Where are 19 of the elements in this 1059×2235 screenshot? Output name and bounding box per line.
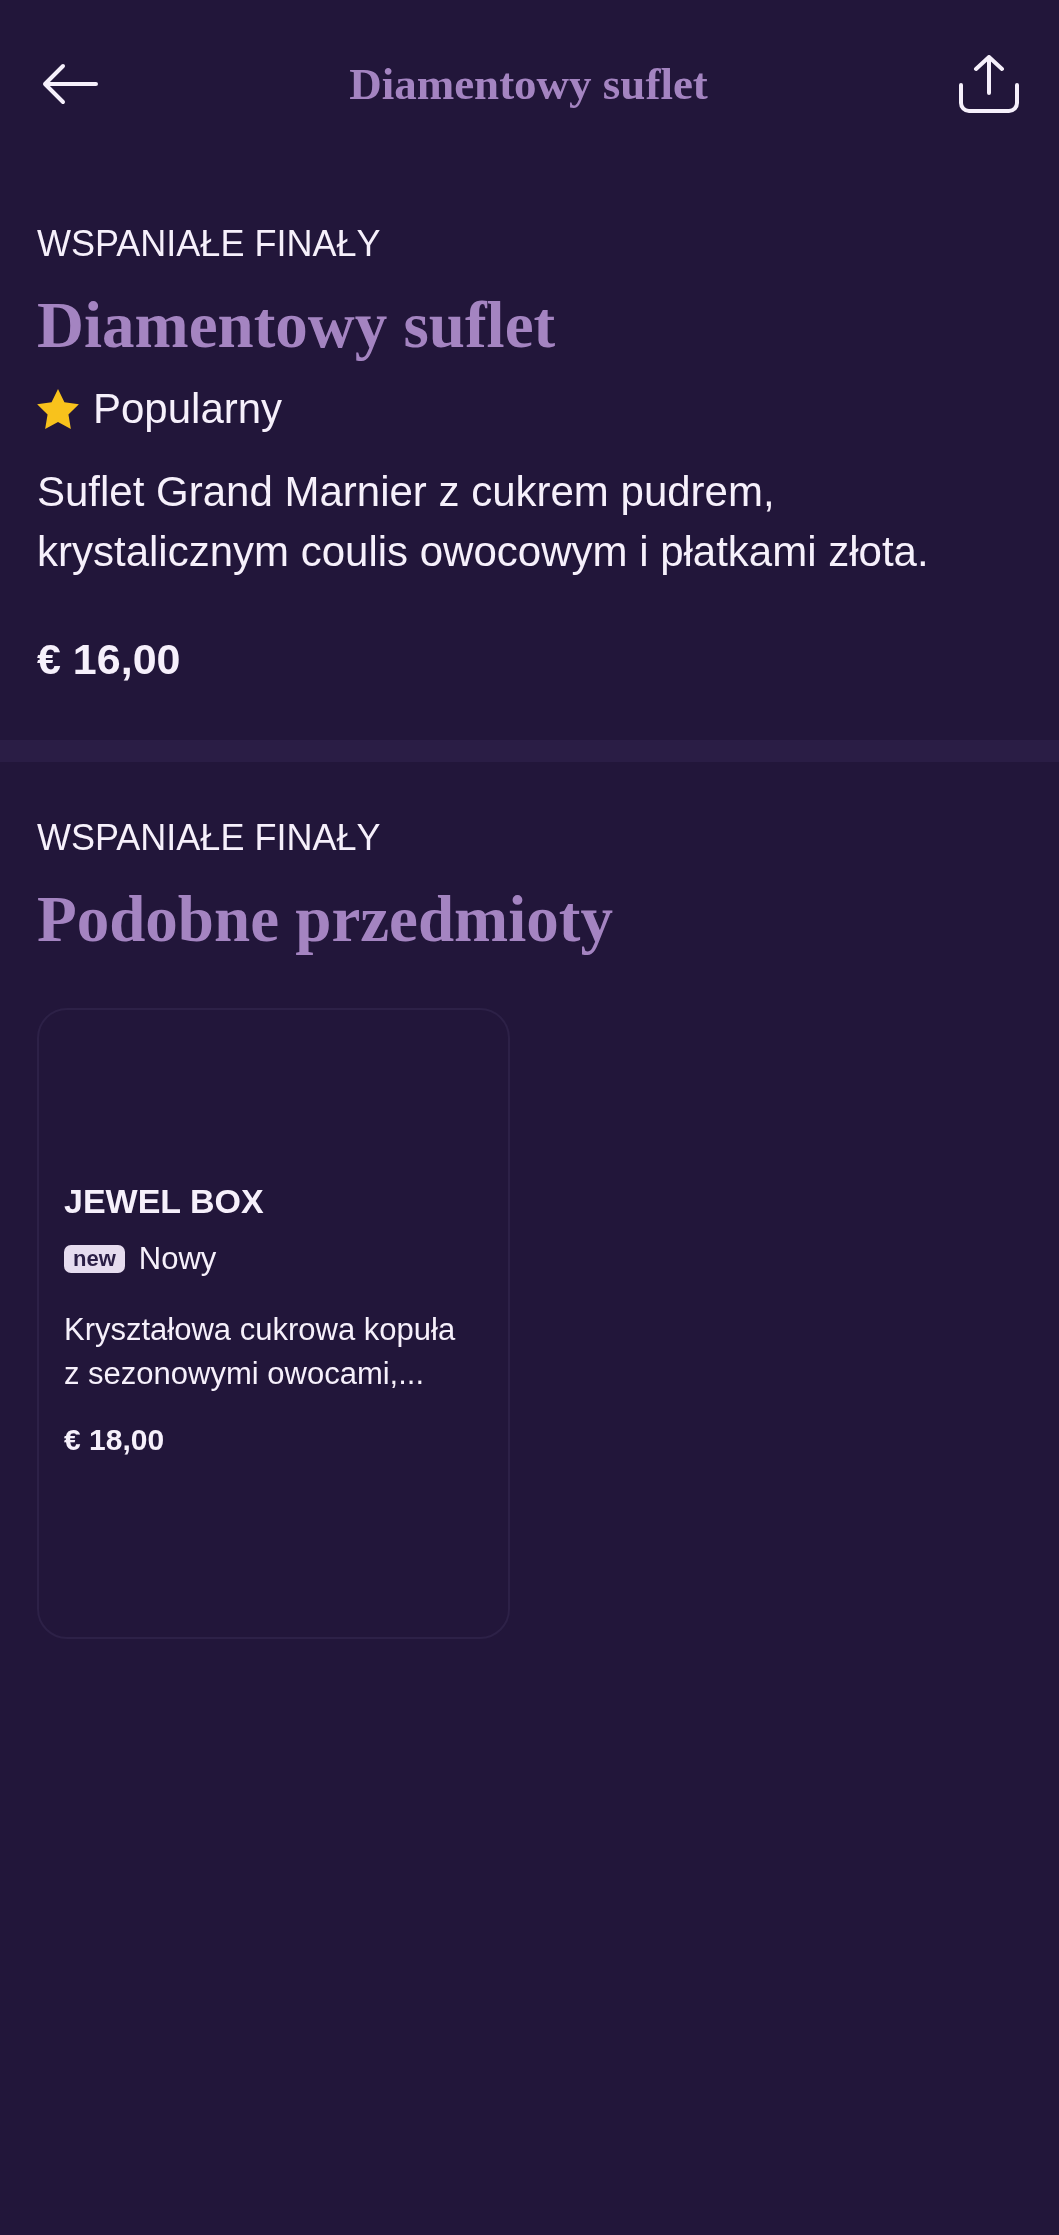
dish-title: Diamentowy suflet xyxy=(37,288,556,363)
section-title: Podobne przedmioty xyxy=(37,882,613,957)
product-price: € 18,00 xyxy=(64,1422,165,1458)
header-title: Diamentowy suflet xyxy=(349,58,708,111)
badge-label: Popularny xyxy=(93,386,283,432)
back-button[interactable] xyxy=(42,63,98,105)
category-label: WSPANIAŁE FINAŁY xyxy=(37,818,381,858)
badge-label: Nowy xyxy=(138,1240,217,1278)
product-description: Kryształowa cukrowa kopuła z sezonowymi owocami,... xyxy=(64,1311,457,1393)
share-button[interactable] xyxy=(959,55,1019,113)
category-label: WSPANIAŁE FINAŁY xyxy=(37,224,381,264)
star-icon xyxy=(37,389,79,429)
new-tag: new xyxy=(64,1245,125,1273)
product-name: JEWEL BOX xyxy=(64,1181,264,1222)
share-icon xyxy=(959,55,1019,113)
dish-price: € 16,00 xyxy=(37,634,181,684)
back-arrow-icon xyxy=(42,63,98,105)
product-card[interactable]: JEWEL BOX new Nowy Kryształowa cukrowa kopuła z sezonowymi owocami,... € 18,00 xyxy=(37,1008,510,1639)
dish-description: Suflet Grand Marnier z cukrem pudrem, krystalicznym coulis owocowym i płatkami złota. xyxy=(37,467,930,577)
